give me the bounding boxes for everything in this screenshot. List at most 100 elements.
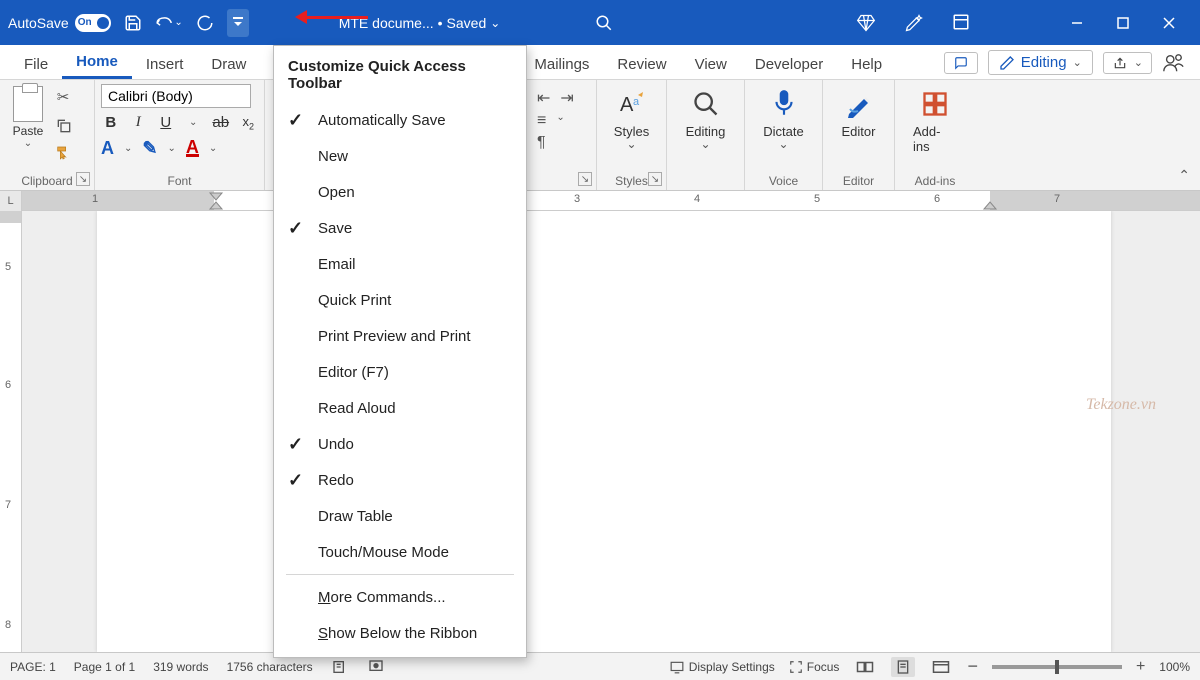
qat-show-below[interactable]: Show Below the Ribbon bbox=[274, 615, 526, 651]
chevron-down-icon: ⌄ bbox=[490, 16, 500, 30]
tab-file[interactable]: File bbox=[10, 50, 62, 79]
web-layout-icon[interactable] bbox=[929, 657, 953, 677]
undo-icon[interactable]: ⌄ bbox=[155, 9, 183, 37]
text-effects-icon[interactable]: A bbox=[101, 138, 114, 159]
clipboard-launcher[interactable]: ↘ bbox=[76, 172, 90, 186]
autosave-toggle[interactable]: On bbox=[75, 14, 111, 32]
tab-view[interactable]: View bbox=[681, 50, 741, 79]
horizontal-ruler[interactable]: L 1 3 4 5 6 7 bbox=[0, 191, 1200, 211]
minimize-button[interactable] bbox=[1054, 8, 1100, 38]
status-words[interactable]: 319 words bbox=[153, 660, 208, 674]
paragraph-launcher[interactable]: ↘ bbox=[578, 172, 592, 186]
collapse-ribbon-icon[interactable]: ⌃ bbox=[1178, 167, 1190, 184]
qat-item-email[interactable]: Email bbox=[274, 246, 526, 282]
tab-home[interactable]: Home bbox=[62, 47, 132, 79]
qat-item-editor[interactable]: Editor (F7) bbox=[274, 354, 526, 390]
qat-item-read-aloud[interactable]: Read Aloud bbox=[274, 390, 526, 426]
zoom-in-button[interactable]: + bbox=[1136, 658, 1145, 676]
read-mode-icon[interactable] bbox=[853, 657, 877, 677]
autosave-label: AutoSave bbox=[8, 15, 69, 31]
qat-item-open[interactable]: Open bbox=[274, 174, 526, 210]
tab-help[interactable]: Help bbox=[837, 50, 896, 79]
highlight-icon[interactable]: ✎ bbox=[142, 138, 157, 159]
paste-button[interactable]: Paste ⌄ bbox=[6, 84, 50, 164]
underline-button[interactable]: U bbox=[156, 114, 176, 131]
qat-item-touch-mouse[interactable]: Touch/Mouse Mode bbox=[274, 534, 526, 570]
styles-button[interactable]: Aa Styles Styles ↘ bbox=[597, 80, 667, 190]
zoom-out-button[interactable]: − bbox=[967, 656, 978, 677]
paragraph-mark-icon[interactable]: ¶ bbox=[537, 134, 546, 152]
tab-mailings[interactable]: Mailings bbox=[520, 50, 603, 79]
editing-button[interactable]: Editing bbox=[667, 80, 745, 190]
right-indent-marker-icon[interactable] bbox=[982, 200, 998, 211]
search-icon[interactable] bbox=[595, 14, 613, 32]
account-icon[interactable] bbox=[1162, 52, 1184, 74]
qat-item-draw-table[interactable]: Draw Table bbox=[274, 498, 526, 534]
maximize-button[interactable] bbox=[1100, 8, 1146, 38]
display-settings-button[interactable]: Display Settings bbox=[669, 660, 775, 674]
status-chars[interactable]: 1756 characters bbox=[227, 660, 313, 674]
copy-icon[interactable] bbox=[52, 114, 74, 136]
status-spelling-icon[interactable] bbox=[331, 659, 349, 675]
status-page-of[interactable]: Page 1 of 1 bbox=[74, 660, 135, 674]
cut-icon[interactable]: ✂ bbox=[52, 86, 74, 108]
qat-item-redo[interactable]: ✓Redo bbox=[274, 462, 526, 498]
tab-developer[interactable]: Developer bbox=[741, 50, 837, 79]
bold-button[interactable]: B bbox=[101, 114, 121, 131]
qat-item-quick-print[interactable]: Quick Print bbox=[274, 282, 526, 318]
window-controls bbox=[1054, 8, 1192, 38]
format-painter-icon[interactable] bbox=[52, 142, 74, 164]
indent-marker-icon[interactable] bbox=[208, 191, 224, 211]
dictate-label: Dictate bbox=[763, 124, 803, 139]
focus-button[interactable]: Focus bbox=[789, 660, 840, 674]
addins-button[interactable]: Add-ins Add-ins bbox=[895, 80, 975, 190]
zoom-level[interactable]: 100% bbox=[1159, 660, 1190, 674]
qat-item-print-preview[interactable]: Print Preview and Print bbox=[274, 318, 526, 354]
dictate-button[interactable]: Dictate Voice bbox=[745, 80, 823, 190]
qat-item-save[interactable]: ✓Save bbox=[274, 210, 526, 246]
tab-draw[interactable]: Draw bbox=[197, 50, 260, 79]
status-page[interactable]: PAGE: 1 bbox=[10, 660, 56, 674]
editing-mode-button[interactable]: Editing⌄ bbox=[988, 50, 1093, 75]
zoom-slider[interactable] bbox=[992, 665, 1122, 669]
save-icon[interactable] bbox=[119, 9, 147, 37]
diamond-icon[interactable] bbox=[856, 13, 876, 33]
status-macro-icon[interactable] bbox=[367, 659, 385, 675]
styles-launcher[interactable]: ↘ bbox=[648, 172, 662, 186]
paragraph-group-partial: ⇤⇥ ≡⌄ ¶ ↘ bbox=[527, 80, 597, 190]
close-button[interactable] bbox=[1146, 8, 1192, 38]
redo-icon[interactable] bbox=[191, 9, 219, 37]
vertical-ruler[interactable]: 5 6 7 8 bbox=[0, 211, 22, 652]
strikethrough-button[interactable]: ab bbox=[211, 114, 231, 131]
print-layout-icon[interactable] bbox=[891, 657, 915, 677]
share-button[interactable]: ⌄ bbox=[1103, 52, 1152, 74]
window-icon[interactable] bbox=[952, 13, 970, 33]
ribbon: Paste ⌄ ✂ Clipboard ↘ B I U ⌄ ab x2 A⌄ ✎… bbox=[0, 79, 1200, 191]
align-icon[interactable]: ≡ bbox=[537, 112, 546, 130]
italic-button[interactable]: I bbox=[129, 114, 149, 131]
decrease-indent-icon[interactable]: ⇤ bbox=[537, 88, 550, 108]
tab-review[interactable]: Review bbox=[603, 50, 680, 79]
dropdown-separator bbox=[286, 574, 514, 575]
comments-button[interactable] bbox=[944, 52, 978, 74]
autosave-control[interactable]: AutoSave On bbox=[8, 14, 111, 32]
qat-more-commands[interactable]: More Commands... bbox=[274, 579, 526, 615]
paste-label: Paste bbox=[13, 124, 44, 138]
qat-item-autosave[interactable]: ✓Automatically Save bbox=[274, 102, 526, 138]
document-page[interactable] bbox=[97, 211, 1111, 652]
editor-button[interactable]: Editor Editor bbox=[823, 80, 895, 190]
chevron-down-icon[interactable]: ⌄ bbox=[184, 117, 204, 128]
subscript-button[interactable]: x2 bbox=[239, 114, 259, 132]
tab-insert[interactable]: Insert bbox=[132, 50, 198, 79]
qat-item-undo[interactable]: ✓Undo bbox=[274, 426, 526, 462]
voice-group-label: Voice bbox=[745, 174, 822, 188]
editing-label: Editing bbox=[686, 124, 726, 139]
increase-indent-icon[interactable]: ⇥ bbox=[560, 88, 573, 108]
customize-qat-button[interactable] bbox=[227, 9, 249, 37]
font-color-icon[interactable]: A bbox=[186, 140, 199, 157]
pen-sparkle-icon[interactable] bbox=[904, 13, 924, 33]
tab-selector[interactable]: L bbox=[0, 191, 22, 211]
styles-label: Styles bbox=[614, 124, 649, 139]
qat-item-new[interactable]: New bbox=[274, 138, 526, 174]
font-name-input[interactable] bbox=[101, 84, 251, 108]
